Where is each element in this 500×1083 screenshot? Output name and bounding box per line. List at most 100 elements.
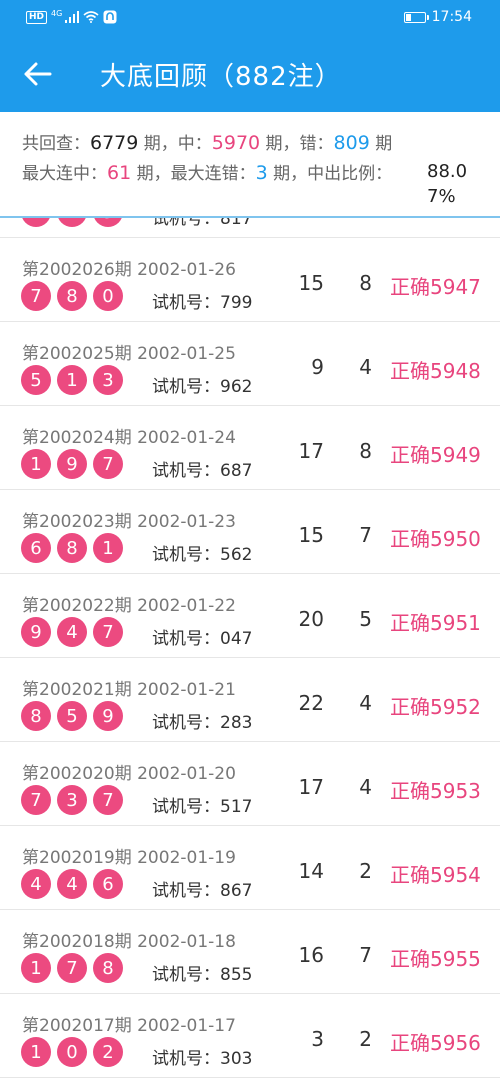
battery-icon (403, 11, 429, 23)
number-ball: 8 (21, 701, 51, 731)
wifi-icon (83, 11, 99, 23)
number-ball: 7 (57, 953, 87, 983)
page-title: 大底回顾（882注） (100, 62, 342, 92)
miss-count: 809 (333, 132, 370, 154)
results-list[interactable]: 213 试机号：817 第2002026期 2002-01-26780试机号：7… (0, 218, 500, 1083)
summary-line-1: 共回查：6779 期，中：5970 期，错：809 期 (22, 132, 393, 154)
hit-ratio: 88.07% (427, 161, 468, 207)
list-item[interactable]: 第2002019期 2002-01-19 4 4 6 试机号：867 14 2 正确5954 (0, 826, 500, 910)
list-item[interactable]: 第2002020期 2002-01-20 7 3 7 试机号：517 17 4 正确5953 (0, 742, 500, 826)
value-2: 2 (359, 1027, 372, 1051)
test-number: 试机号：855 (152, 965, 253, 985)
number-ball: 3 (57, 785, 87, 815)
number-ball: 8 (93, 953, 123, 983)
number-ball: 7 (93, 449, 123, 479)
ball-group: 197 (21, 449, 123, 479)
list-item[interactable]: 第2002021期 2002-01-21 8 5 9 试机号：283 22 4 正确5952 (0, 658, 500, 742)
number-ball: 2 (93, 1037, 123, 1067)
test-number: 试机号：799 (152, 293, 253, 313)
issue-label: 第2002020期 2002-01-20 (22, 764, 236, 784)
number-ball: 1 (57, 365, 87, 395)
value-1: 9 (311, 355, 324, 379)
value-1: 22 (298, 691, 324, 715)
list-item-partial[interactable]: 213 试机号：817 (0, 218, 500, 238)
ball-group: 947 (21, 617, 123, 647)
result-label: 正确5950 (390, 527, 481, 551)
test-number: 试机号：303 (152, 1049, 253, 1069)
issue-label: 第2002024期 2002-01-24 (22, 428, 236, 448)
value-2: 8 (359, 439, 372, 463)
list-item[interactable]: 第2002022期 2002-01-22 9 4 7 试机号：047 20 5 正确5951 (0, 574, 500, 658)
ball-group: 446 (21, 869, 123, 899)
number-ball: 1 (93, 533, 123, 563)
test-number: 试机号：867 (152, 881, 253, 901)
number-ball: 1 (21, 1037, 51, 1067)
issue-label: 第2002018期 2002-01-18 (22, 932, 236, 952)
value-1: 15 (298, 523, 324, 547)
value-2: 8 (359, 271, 372, 295)
value-2: 2 (359, 859, 372, 883)
value-1: 20 (298, 607, 324, 631)
number-ball: 8 (57, 533, 87, 563)
number-ball: 7 (93, 785, 123, 815)
number-ball: 1 (21, 449, 51, 479)
issue-label: 第2002023期 2002-01-23 (22, 512, 236, 532)
ball-group: 102 (21, 1037, 123, 1067)
issue-label: 第2002025期 2002-01-25 (22, 344, 236, 364)
test-number: 试机号：047 (152, 629, 253, 649)
number-ball: 3 (93, 365, 123, 395)
list-item[interactable]: 第2002018期 2002-01-18 1 7 8 试机号：855 16 7 正确5955 (0, 910, 500, 994)
number-ball: 1 (57, 218, 87, 227)
value-2: 4 (359, 775, 372, 799)
result-label: 正确5951 (390, 611, 481, 635)
back-button[interactable] (20, 58, 56, 90)
hit-count: 5970 (211, 132, 261, 154)
number-ball: 9 (57, 449, 87, 479)
number-ball: 9 (21, 617, 51, 647)
ball-group: 737 (21, 785, 123, 815)
value-2: 5 (359, 607, 372, 631)
summary-line-2: 最大连中：61 期，最大连错：3 期，中出比例： (22, 162, 393, 184)
number-ball: 7 (21, 785, 51, 815)
test-number: 试机号：962 (152, 377, 253, 397)
list-item[interactable]: 第2002026期 2002-01-26 7 8 0 试机号：799 15 8 正确5947 (0, 238, 500, 322)
list-item[interactable]: 第2002017期 2002-01-17 1 0 2 试机号：303 3 2 正确5956 (0, 994, 500, 1078)
result-label: 正确5953 (390, 779, 481, 803)
issue-label: 第2002022期 2002-01-22 (22, 596, 236, 616)
result-label: 正确5949 (390, 443, 481, 467)
list-item[interactable]: 第2002024期 2002-01-24 1 9 7 试机号：687 17 8 正确5949 (0, 406, 500, 490)
result-label: 正确5956 (390, 1031, 481, 1055)
number-ball: 7 (21, 281, 51, 311)
list-item[interactable]: 第2002023期 2002-01-23 6 8 1 试机号：562 15 7 正确5950 (0, 490, 500, 574)
number-ball: 4 (21, 869, 51, 899)
list-item[interactable]: 第2002025期 2002-01-25 5 1 3 试机号：962 9 4 正确5948 (0, 322, 500, 406)
max-miss-streak: 3 (255, 162, 268, 184)
status-bar: HD 4G 17:54 (0, 0, 500, 36)
issue-label: 第2002019期 2002-01-19 (22, 848, 236, 868)
ball-group: 780 (21, 281, 123, 311)
test-number: 试机号：517 (152, 797, 253, 817)
hd-indicator: HD (26, 10, 48, 24)
value-1: 3 (311, 1027, 324, 1051)
value-2: 4 (359, 355, 372, 379)
number-ball: 0 (57, 1037, 87, 1067)
result-label: 正确5948 (390, 359, 481, 383)
number-ball: 3 (93, 218, 123, 227)
value-1: 16 (298, 943, 324, 967)
value-2: 4 (359, 691, 372, 715)
ball-group: 178 (21, 953, 123, 983)
number-ball: 6 (93, 869, 123, 899)
value-1: 17 (298, 775, 324, 799)
result-label: 正确5947 (390, 275, 481, 299)
value-2: 7 (359, 943, 372, 967)
number-ball: 2 (21, 218, 51, 227)
app-bar: 大底回顾（882注） (0, 36, 500, 112)
issue-label: 第2002026期 2002-01-26 (22, 260, 236, 280)
issue-label: 第2002021期 2002-01-21 (22, 680, 236, 700)
number-ball: 7 (93, 617, 123, 647)
test-number: 试机号：817 (152, 218, 253, 229)
number-ball: 4 (57, 869, 87, 899)
value-2: 7 (359, 523, 372, 547)
number-ball: 6 (21, 533, 51, 563)
value-1: 17 (298, 439, 324, 463)
